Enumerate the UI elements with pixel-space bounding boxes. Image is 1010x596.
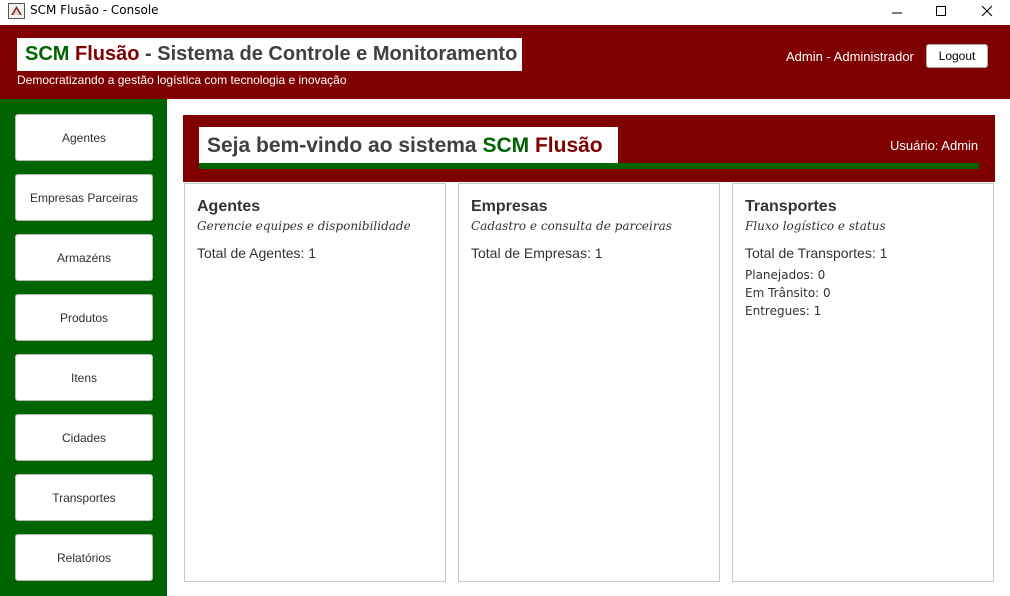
card-total: Total de Empresas: 1 <box>471 245 603 261</box>
minimize-button[interactable] <box>874 0 920 22</box>
stat-planejados: Planejados: 0 <box>745 268 826 282</box>
card-total: Total de Transportes: 1 <box>745 245 888 261</box>
brand-scm: SCM <box>25 43 70 65</box>
minimize-icon <box>892 12 902 14</box>
close-icon <box>981 5 993 17</box>
stat-em-transito: Em Trânsito: 0 <box>745 286 831 300</box>
app-header: SCM Flusão - Sistema de Controle e Monit… <box>0 25 1010 99</box>
card-agentes: Agentes Gerencie equipes e disponibilida… <box>184 183 446 582</box>
sidebar-item-relatorios[interactable]: Relatórios <box>15 534 153 581</box>
logout-button[interactable]: Logout <box>926 44 988 68</box>
card-subtitle: Cadastro e consulta de parceiras <box>471 219 672 233</box>
sidebar-item-armazens[interactable]: Armazéns <box>15 234 153 281</box>
sidebar-item-transportes[interactable]: Transportes <box>15 474 153 521</box>
brand-flusao: Flusão <box>75 43 140 65</box>
welcome-flusao: Flusão <box>534 134 603 157</box>
close-button[interactable] <box>964 0 1010 22</box>
user-info: Usuário: Admin <box>890 138 979 153</box>
sidebar-item-itens[interactable]: Itens <box>15 354 153 401</box>
card-title: Agentes <box>197 198 261 215</box>
sidebar-item-agentes[interactable]: Agentes <box>15 114 153 161</box>
card-title: Transportes <box>745 198 837 215</box>
card-transportes: Transportes Fluxo logístico e status Tot… <box>732 183 994 582</box>
maximize-icon <box>936 6 946 16</box>
window-title-bar[interactable]: SCM Flusão - Console <box>0 0 1010 25</box>
card-empresas: Empresas Cadastro e consulta de parceira… <box>458 183 720 582</box>
current-user-label: Admin - Administrador <box>786 49 914 64</box>
java-app-icon <box>8 3 25 19</box>
card-title: Empresas <box>471 198 548 215</box>
brand-subtitle: - Sistema de Controle e Monitoramento <box>139 43 518 65</box>
brand-title-box: SCM Flusão - Sistema de Controle e Monit… <box>17 38 522 71</box>
card-subtitle: Fluxo logístico e status <box>745 219 886 233</box>
sidebar-item-empresas-parceiras[interactable]: Empresas Parceiras <box>15 174 153 221</box>
sidebar-item-produtos[interactable]: Produtos <box>15 294 153 341</box>
welcome-banner: Seja bem-vindo ao sistema SCM Flusão Usu… <box>183 115 995 182</box>
welcome-underline <box>199 163 979 169</box>
welcome-title: Seja bem-vindo ao sistema SCM Flusão <box>207 134 603 158</box>
window-title: SCM Flusão - Console <box>30 3 159 17</box>
brand-title: SCM Flusão - Sistema de Controle e Monit… <box>25 43 517 66</box>
welcome-scm: SCM <box>482 134 530 157</box>
welcome-title-box: Seja bem-vindo ao sistema SCM Flusão <box>199 127 618 163</box>
sidebar: Agentes Empresas Parceiras Armazéns Prod… <box>0 99 167 596</box>
welcome-prefix: Seja bem-vindo ao sistema <box>207 134 483 157</box>
stat-entregues: Entregues: 1 <box>745 304 822 318</box>
maximize-button[interactable] <box>918 0 964 22</box>
card-subtitle: Gerencie equipes e disponibilidade <box>197 219 411 233</box>
sidebar-item-cidades[interactable]: Cidades <box>15 414 153 461</box>
tagline: Democratizando a gestão logística com te… <box>17 73 347 87</box>
card-total: Total de Agentes: 1 <box>197 245 317 261</box>
